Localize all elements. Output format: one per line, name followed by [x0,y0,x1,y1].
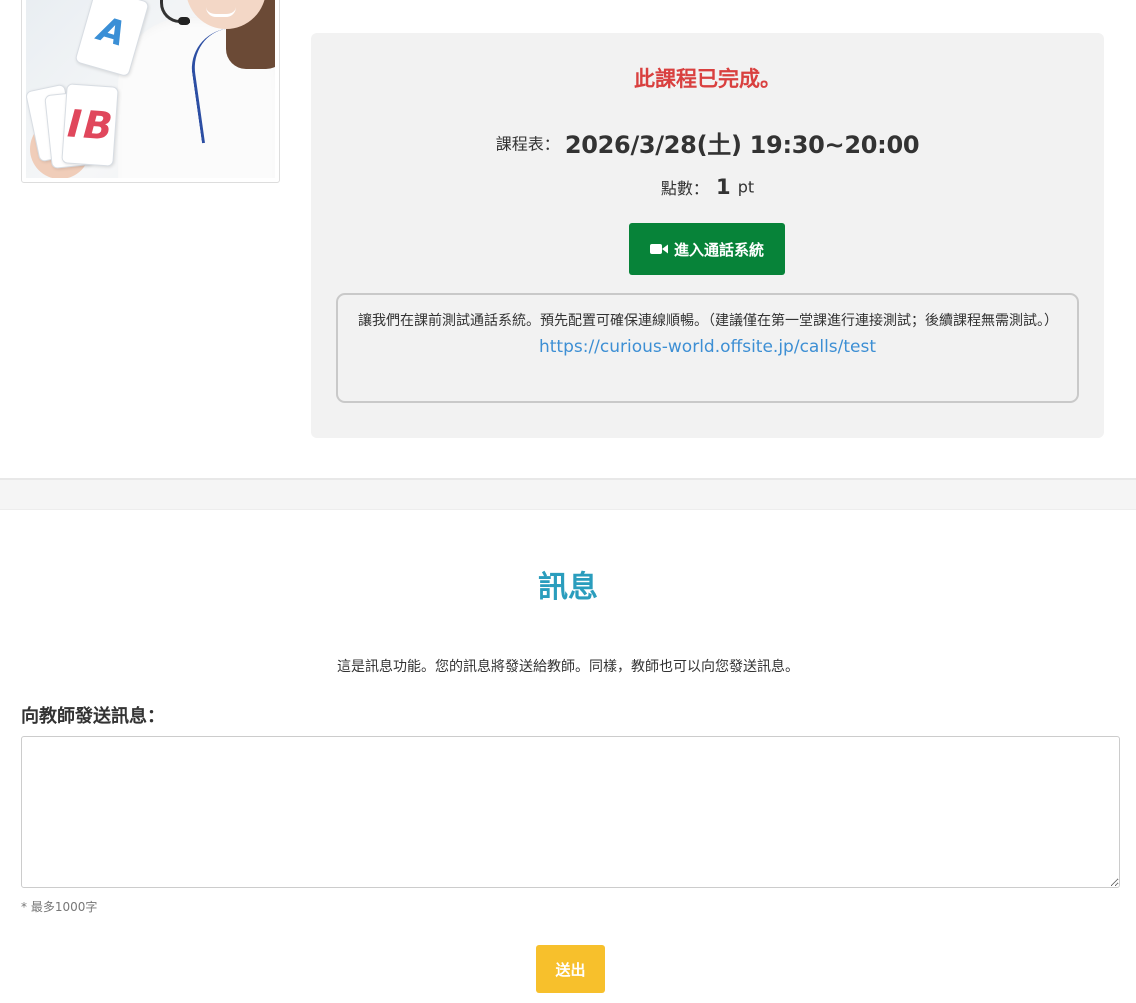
connection-test-box: 讓我們在課前測試通話系統。預先配置可確保連線順暢。（建議僅在第一堂課進行連接測試… [336,293,1079,403]
points-label: 點數： [660,179,709,198]
lesson-points: 點數： 1 pt [311,175,1104,199]
messages-description: 這是訊息功能。您的訊息將發送給教師。同樣，教師也可以向您發送訊息。 [337,659,799,675]
schedule-label: 課程表： [495,134,560,154]
connection-test-link[interactable]: https://curious-world.offsite.jp/calls/t… [539,337,876,357]
messages-title: 訊息 [538,570,598,605]
points-value: 1 [715,175,731,199]
teacher-photo-card: A IB [21,0,280,183]
lesson-info-panel: 此課程已完成。 課程表： 2026/3/28(土) 19:30~20:00 點數… [311,33,1104,438]
enter-call-system-label: 進入通話系統 [673,240,764,259]
teacher-photo: A IB [26,0,275,178]
connection-test-note: 讓我們在課前測試通話系統。預先配置可確保連線順暢。（建議僅在第一堂課進行連接測試… [358,313,1058,329]
flashcard-b: IB [61,83,119,167]
send-message-button[interactable]: 送出 [536,945,605,993]
video-camera-icon [649,243,668,255]
lesson-schedule: 課程表： 2026/3/28(土) 19:30~20:00 [311,125,1104,160]
schedule-value: 2026/3/28(土) 19:30~20:00 [564,131,920,159]
message-to-teacher-label: 向教師發送訊息： [21,706,165,727]
points-unit: pt [737,177,755,197]
microphone-icon [178,17,190,25]
lesson-status: 此課程已完成。 [634,67,781,91]
message-textarea[interactable] [21,736,1120,888]
section-divider [0,478,1136,510]
character-limit-note: * 最多1000字 [21,900,98,914]
enter-call-system-button[interactable]: 進入通話系統 [629,223,785,275]
